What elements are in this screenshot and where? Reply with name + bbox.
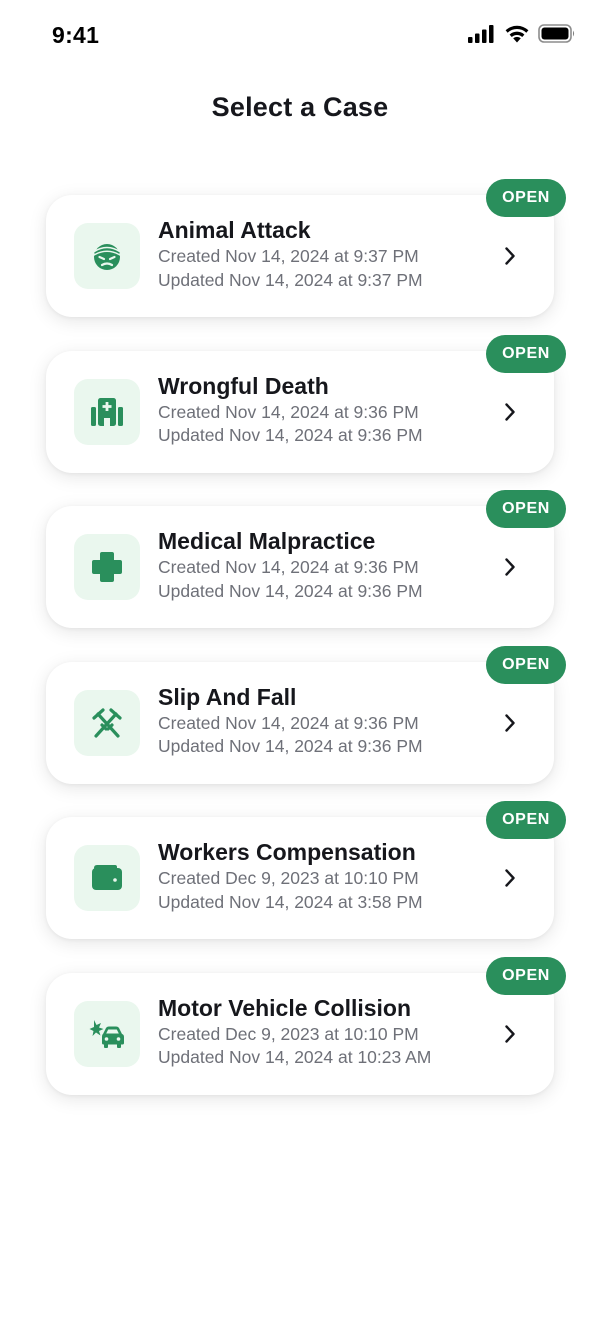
status-badge: OPEN <box>486 956 566 995</box>
case-text: Animal Attack Created Nov 14, 2024 at 9:… <box>158 215 488 292</box>
case-title: Motor Vehicle Collision <box>158 994 412 1021</box>
case-title: Wrongful Death <box>158 372 329 399</box>
crutches-icon <box>89 705 125 741</box>
chevron-right-icon <box>500 555 520 579</box>
case-title: Animal Attack <box>158 217 311 243</box>
case-updated: Updated Nov 14, 2024 at 10:23 AM <box>158 1047 432 1067</box>
chevron-right-icon <box>500 711 520 735</box>
case-text: Slip And Fall Created Nov 14, 2024 at 9:… <box>158 682 488 759</box>
case-text: Workers Compensation Created Dec 9, 2023… <box>158 837 488 914</box>
case-text: Medical Malpractice Created Nov 14, 2024… <box>158 526 488 603</box>
case-title: Medical Malpractice <box>158 528 376 554</box>
status-badge: OPEN <box>486 490 566 528</box>
case-title: Workers Compensation <box>158 839 416 865</box>
case-created: Created Nov 14, 2024 at 9:36 PM <box>158 401 419 422</box>
case-updated: Updated Nov 14, 2024 at 3:58 PM <box>158 891 423 912</box>
case-updated: Updated Nov 14, 2024 at 9:36 PM <box>158 580 423 601</box>
medical-cross-icon <box>89 549 125 585</box>
chevron-right-icon <box>500 1022 520 1046</box>
status-badge: OPEN <box>486 801 566 839</box>
case-updated: Updated Nov 14, 2024 at 9:36 PM <box>158 736 423 756</box>
case-text: Wrongful Death Created Nov 14, 2024 at 9… <box>158 371 488 448</box>
cellular-signal-icon <box>468 24 496 48</box>
case-card-workers-compensation[interactable]: Workers Compensation Created Dec 9, 2023… <box>46 801 566 939</box>
status-badge: OPEN <box>486 334 566 373</box>
case-title: Slip And Fall <box>158 683 297 710</box>
wallet-icon <box>89 860 125 896</box>
status-time: 9:41 <box>52 22 100 48</box>
case-created: Created Nov 14, 2024 at 9:37 PM <box>158 246 419 266</box>
page-title: Select a Case <box>211 92 389 122</box>
case-icon-container <box>74 378 140 445</box>
case-list: Animal Attack Created Nov 14, 2024 at 9:… <box>46 179 566 1128</box>
case-created: Created Dec 9, 2023 at 10:10 PM <box>158 1023 419 1044</box>
case-updated: Updated Nov 14, 2024 at 9:36 PM <box>158 425 423 445</box>
chevron-right-icon <box>500 244 520 268</box>
case-card-medical-malpractice[interactable]: Medical Malpractice Created Nov 14, 2024… <box>46 490 566 628</box>
hospital-icon <box>89 394 125 430</box>
chevron-right-icon <box>500 400 520 424</box>
case-card-slip-and-fall[interactable]: Slip And Fall Created Nov 14, 2024 at 9:… <box>46 645 566 784</box>
case-icon-container <box>74 534 140 600</box>
status-badge: OPEN <box>486 179 566 217</box>
case-text: Motor Vehicle Collision Created Dec 9, 2… <box>158 993 488 1070</box>
case-created: Created Nov 14, 2024 at 9:36 PM <box>158 557 419 577</box>
case-created: Created Dec 9, 2023 at 10:10 PM <box>158 868 419 888</box>
status-badge: OPEN <box>486 645 566 684</box>
wifi-icon <box>504 24 530 48</box>
car-crash-icon <box>89 1016 125 1052</box>
case-icon-container <box>74 689 140 756</box>
case-created: Created Nov 14, 2024 at 9:36 PM <box>158 712 419 733</box>
case-card-animal-attack[interactable]: Animal Attack Created Nov 14, 2024 at 9:… <box>46 179 566 317</box>
case-updated: Updated Nov 14, 2024 at 9:37 PM <box>158 269 423 290</box>
case-icon-container <box>74 1000 140 1067</box>
case-card-motor-vehicle-collision[interactable]: Motor Vehicle Collision Created Dec 9, 2… <box>46 956 566 1095</box>
case-icon-container <box>74 223 140 289</box>
case-icon-container <box>74 845 140 911</box>
injured-face-icon <box>89 238 125 274</box>
battery-icon <box>538 24 576 48</box>
case-card-wrongful-death[interactable]: Wrongful Death Created Nov 14, 2024 at 9… <box>46 334 566 473</box>
status-bar: 9:41 <box>0 0 600 72</box>
chevron-right-icon <box>500 866 520 890</box>
status-icons <box>468 24 576 48</box>
